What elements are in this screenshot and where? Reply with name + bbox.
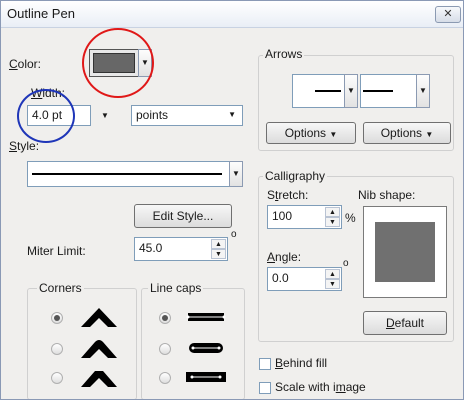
style-label-rest: tyle: <box>17 139 40 153</box>
angle-value: 0.0 <box>272 271 289 285</box>
dialog-title: Outline Pen <box>7 6 75 21</box>
linecap-round-radio[interactable] <box>159 343 171 355</box>
close-icon: ✕ <box>443 8 453 20</box>
angle-label-rest: ngle: <box>275 250 302 264</box>
stretch-value: 100 <box>272 209 293 223</box>
behind-fill-checkbox[interactable] <box>259 358 271 370</box>
miter-limit-value: 45.0 <box>139 241 163 255</box>
end-options-label: Options <box>380 126 423 140</box>
scale-with-image-checkbox[interactable] <box>259 382 271 394</box>
chevron-down-icon: ▼ <box>329 130 338 139</box>
style-dropdown-arrow[interactable]: ▼ <box>229 161 243 187</box>
outline-pen-dialog: Outline Pen ✕ Color: ▼ Width: 4.0 pt ▼ p… <box>0 0 464 400</box>
angle-label: Angle: <box>267 250 302 264</box>
edit-style-button[interactable]: Edit Style... <box>134 204 232 228</box>
miter-spin-down[interactable]: ▼ <box>211 249 226 259</box>
width-unit-select[interactable]: points ▼ <box>131 105 243 126</box>
color-label-rest: olor: <box>17 57 42 71</box>
end-arrow-dropdown[interactable]: ▼ <box>416 74 430 108</box>
nib-shape-label: Nib shape: <box>358 188 416 202</box>
linecap-square-icon <box>186 372 226 382</box>
chevron-down-icon: ▼ <box>228 110 236 119</box>
start-options-label: Options <box>284 126 327 140</box>
color-label: Color: <box>9 57 42 71</box>
style-select[interactable]: ▼ <box>27 161 243 187</box>
end-arrow-line <box>363 90 393 92</box>
title-bar: Outline Pen ✕ <box>1 1 463 28</box>
edit-style-label: Edit Style... <box>152 209 214 223</box>
scale-with-image-label: Scale with image <box>275 380 366 394</box>
default-nib-button[interactable]: Default <box>363 311 447 335</box>
style-label: Style: <box>9 139 40 153</box>
angle-field[interactable]: 0.0 ▲ ▼ <box>267 267 342 291</box>
corner-bevel-radio[interactable] <box>51 372 63 384</box>
corner-miter-icon <box>81 308 117 327</box>
nib-shape-preview[interactable] <box>363 206 447 298</box>
start-arrow-select[interactable]: ▼ <box>292 74 358 108</box>
corner-bevel-icon <box>81 371 117 387</box>
stretch-percent-symbol: % <box>345 211 356 225</box>
linecap-round-icon <box>189 343 223 353</box>
start-arrow-options-button[interactable]: Options ▼ <box>266 122 356 144</box>
scale-label-rest: age <box>345 380 366 394</box>
width-dropdown-arrow[interactable]: ▼ <box>91 105 119 126</box>
corner-round-radio[interactable] <box>51 343 63 355</box>
behind-fill-label: Behind fill <box>275 356 328 370</box>
linecap-square-radio[interactable] <box>159 372 171 384</box>
corners-title: Corners <box>37 281 84 295</box>
end-arrow-options-button[interactable]: Options ▼ <box>363 122 451 144</box>
stretch-spin-up[interactable]: ▲ <box>325 207 340 217</box>
width-unit-value: points <box>136 108 169 122</box>
linecap-butt-icon <box>186 313 226 321</box>
nib-shape-square <box>375 222 435 282</box>
style-line-preview <box>32 173 222 175</box>
stretch-label-rest: retch: <box>278 188 309 202</box>
stretch-spin-down[interactable]: ▼ <box>325 217 340 227</box>
miter-limit-field[interactable]: 45.0 ▲ ▼ <box>134 237 228 261</box>
miter-spin-up[interactable]: ▲ <box>211 239 226 249</box>
stretch-field[interactable]: 100 ▲ ▼ <box>267 205 342 229</box>
miter-degree-symbol: o <box>231 229 237 240</box>
start-arrow-dropdown[interactable]: ▼ <box>344 74 358 108</box>
behind-fill-label-rest: ehind fill <box>283 356 328 370</box>
miter-limit-label: Miter Limit: <box>27 244 86 258</box>
linecaps-title: Line caps <box>148 281 204 295</box>
end-arrow-select[interactable]: ▼ <box>360 74 430 108</box>
default-label-rest: efault <box>394 316 425 330</box>
width-highlight-ring <box>17 89 75 143</box>
close-button[interactable]: ✕ <box>435 6 461 23</box>
start-arrow-line <box>315 90 341 92</box>
angle-spin-up[interactable]: ▲ <box>325 269 340 279</box>
chevron-down-icon: ▼ <box>425 130 434 139</box>
linecap-butt-radio[interactable] <box>159 312 171 324</box>
stretch-label: Stretch: <box>267 188 309 202</box>
corner-round-icon <box>81 340 117 358</box>
angle-degree-symbol: o <box>343 258 349 269</box>
calligraphy-title: Calligraphy <box>263 169 328 183</box>
angle-spin-down[interactable]: ▼ <box>325 279 340 289</box>
color-highlight-ring <box>82 28 154 98</box>
corner-miter-radio[interactable] <box>51 312 63 324</box>
arrows-title: Arrows <box>263 47 305 61</box>
